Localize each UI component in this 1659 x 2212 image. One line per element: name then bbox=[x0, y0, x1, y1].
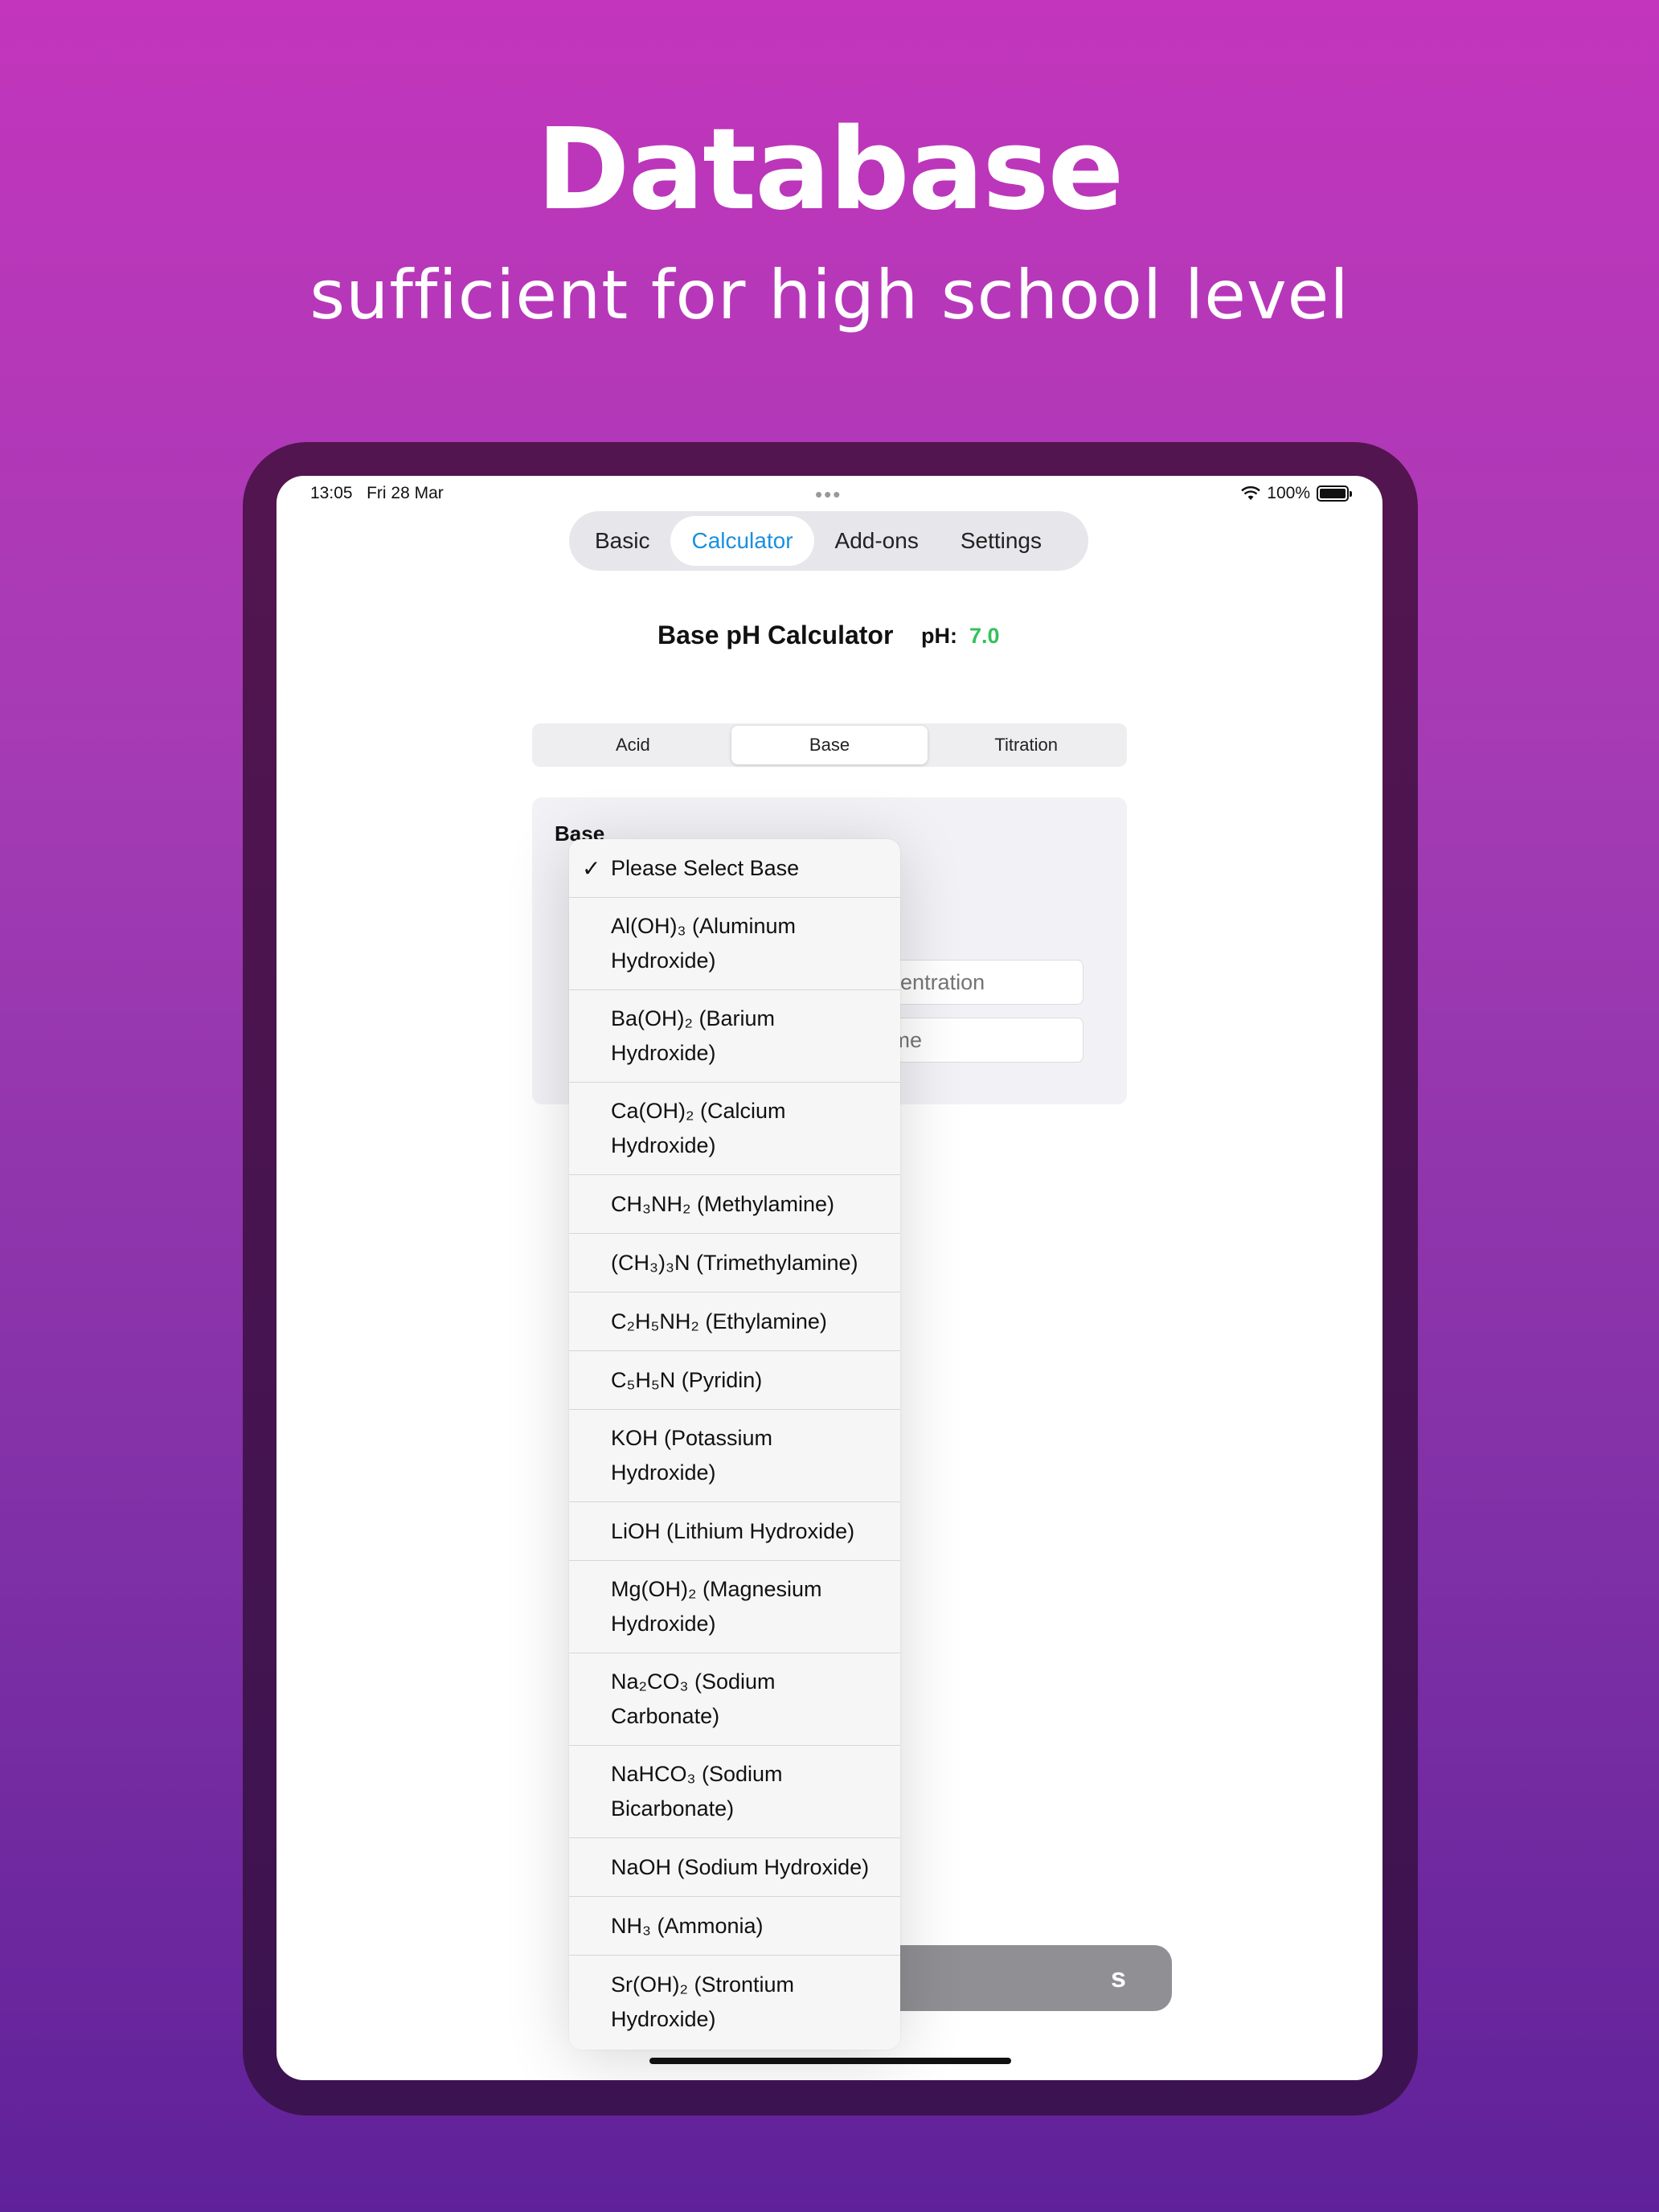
calculate-button-label: s bbox=[1111, 1962, 1126, 1993]
dropdown-option[interactable]: CH₃NH₂ (Methylamine) bbox=[569, 1175, 900, 1234]
tab-settings[interactable]: Settings bbox=[940, 516, 1063, 566]
option-label: LiOH (Lithium Hydroxide) bbox=[611, 1518, 855, 1543]
battery-percent: 100% bbox=[1267, 484, 1310, 502]
option-label: (CH₃)₃N (Trimethylamine) bbox=[611, 1250, 858, 1275]
ph-label: pH: bbox=[921, 624, 957, 648]
segment-acid[interactable]: Acid bbox=[535, 726, 731, 764]
dropdown-option[interactable]: NaHCO₃ (Sodium Bicarbonate) bbox=[569, 1746, 900, 1838]
tab-calculator[interactable]: Calculator bbox=[670, 516, 814, 566]
dropdown-option[interactable]: Al(OH)₃ (Aluminum Hydroxide) bbox=[569, 898, 900, 990]
checkmark-icon: ✓ bbox=[582, 855, 601, 881]
option-label: Please Select Base bbox=[611, 855, 800, 880]
battery-icon bbox=[1317, 485, 1352, 502]
option-label: NaHCO₃ (Sodium Bicarbonate) bbox=[611, 1762, 783, 1821]
dropdown-option[interactable]: ✓ Please Select Base bbox=[569, 839, 900, 898]
segment-base[interactable]: Base bbox=[731, 726, 928, 764]
option-label: CH₃NH₂ (Methylamine) bbox=[611, 1191, 835, 1216]
dropdown-option[interactable]: Sr(OH)₂ (Strontium Hydroxide) bbox=[569, 1956, 900, 2048]
status-clock: 13:05 bbox=[310, 484, 353, 502]
dropdown-option[interactable]: C₅H₅N (Pyridin) bbox=[569, 1351, 900, 1410]
segment-titration[interactable]: Titration bbox=[928, 726, 1124, 764]
wifi-icon bbox=[1241, 486, 1261, 500]
status-time: 13:05 Fri 28 Mar bbox=[310, 484, 444, 503]
marketing-subline: sufficient for high school level bbox=[309, 256, 1350, 334]
dropdown-option[interactable]: (CH₃)₃N (Trimethylamine) bbox=[569, 1234, 900, 1292]
status-right: 100% bbox=[1241, 484, 1352, 503]
status-date: Fri 28 Mar bbox=[367, 484, 444, 502]
option-label: Ca(OH)₂ (Calcium Hydroxide) bbox=[611, 1099, 786, 1157]
page-title: Base pH Calculator bbox=[657, 621, 894, 649]
dropdown-option[interactable]: Ca(OH)₂ (Calcium Hydroxide) bbox=[569, 1083, 900, 1175]
dropdown-option[interactable]: NH₃ (Ammonia) bbox=[569, 1897, 900, 1956]
dropdown-option[interactable]: Na₂CO₃ (Sodium Carbonate) bbox=[569, 1653, 900, 1746]
dropdown-option[interactable]: Ba(OH)₂ (Barium Hydroxide) bbox=[569, 990, 900, 1083]
option-label: C₂H₅NH₂ (Ethylamine) bbox=[611, 1309, 827, 1333]
option-label: Na₂CO₃ (Sodium Carbonate) bbox=[611, 1669, 776, 1728]
ph-value: 7.0 bbox=[969, 624, 1000, 648]
option-label: C₅H₅N (Pyridin) bbox=[611, 1367, 763, 1392]
dropdown-option[interactable]: Mg(OH)₂ (Magnesium Hydroxide) bbox=[569, 1561, 900, 1653]
multitasking-dots-icon[interactable]: ••• bbox=[815, 482, 842, 507]
marketing-headline: Database bbox=[536, 104, 1124, 236]
tablet-frame: 13:05 Fri 28 Mar ••• 100% Basic Calculat… bbox=[243, 442, 1418, 2116]
dropdown-option[interactable]: KOH (Potassium Hydroxide) bbox=[569, 1410, 900, 1502]
mode-segmented-control: Acid Base Titration bbox=[532, 723, 1127, 767]
dropdown-option[interactable]: C₂H₅NH₂ (Ethylamine) bbox=[569, 1292, 900, 1351]
option-label: Sr(OH)₂ (Strontium Hydroxide) bbox=[611, 1972, 794, 2031]
option-label: NH₃ (Ammonia) bbox=[611, 1913, 764, 1938]
option-label: Al(OH)₃ (Aluminum Hydroxide) bbox=[611, 914, 797, 973]
option-label: NaOH (Sodium Hydroxide) bbox=[611, 1854, 870, 1879]
tab-add-ons[interactable]: Add-ons bbox=[814, 516, 940, 566]
main-tab-bar: Basic Calculator Add-ons Settings bbox=[569, 511, 1088, 571]
dropdown-option[interactable]: LiOH (Lithium Hydroxide) bbox=[569, 1502, 900, 1561]
option-label: KOH (Potassium Hydroxide) bbox=[611, 1426, 773, 1485]
tab-basic[interactable]: Basic bbox=[574, 516, 670, 566]
app-screen: 13:05 Fri 28 Mar ••• 100% Basic Calculat… bbox=[276, 476, 1382, 2080]
dropdown-option[interactable]: NaOH (Sodium Hydroxide) bbox=[569, 1838, 900, 1897]
home-indicator[interactable] bbox=[649, 2058, 1011, 2064]
base-select-menu: ✓ Please Select Base Al(OH)₃ (Aluminum H… bbox=[569, 839, 900, 2050]
option-label: Mg(OH)₂ (Magnesium Hydroxide) bbox=[611, 1577, 822, 1636]
option-label: Ba(OH)₂ (Barium Hydroxide) bbox=[611, 1006, 776, 1065]
